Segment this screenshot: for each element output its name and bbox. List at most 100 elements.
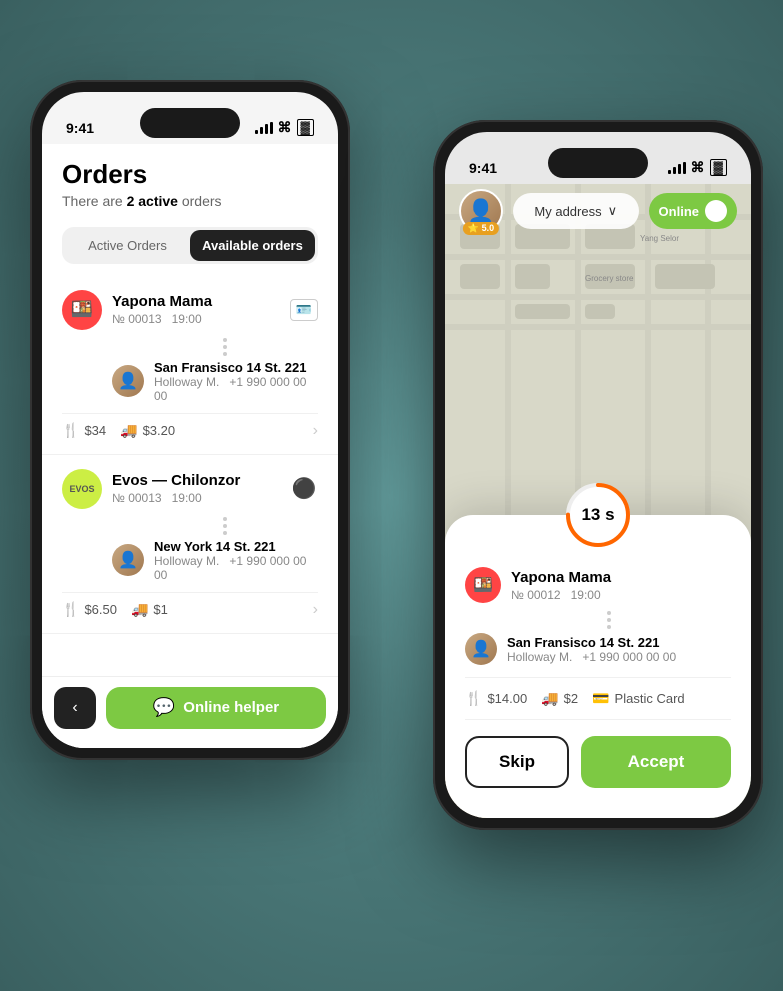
delivery-text-1: San Fransisco 14 St. 221 Holloway M. +1 … (154, 360, 318, 403)
modal-food-price: $14.00 (487, 691, 527, 706)
signal-bar-1 (255, 130, 258, 134)
connector-1 (132, 338, 318, 356)
dot (607, 611, 611, 615)
address-dropdown[interactable]: My address ∨ (513, 193, 639, 229)
skip-button[interactable]: Skip (465, 736, 569, 788)
modal-courier-name: Holloway M. (507, 650, 572, 664)
map-top-bar: 👤 ⭐ 5.0 My address ∨ Online (445, 184, 751, 238)
circle-icon: ⚫ (292, 476, 317, 501)
delivery-contact-2: Holloway M. +1 990 000 00 00 (154, 554, 318, 582)
modal-delivery-address: San Fransisco 14 St. 221 (507, 635, 676, 650)
food-price-1: $34 (84, 423, 106, 438)
restaurant-name-1: Yapona Mama (112, 293, 280, 310)
fork-knife-icon-2: 🍴 (62, 601, 79, 618)
dot (607, 625, 611, 629)
fork-knife-icon-1: 🍴 (62, 422, 79, 439)
dot (607, 618, 611, 622)
modal-payment: Plastic Card (615, 691, 685, 706)
page-title: Orders (62, 160, 318, 189)
wifi-icon-right: ⌘ (691, 159, 705, 176)
order-number-2: № 00013 (112, 491, 162, 505)
courier-name-2: Holloway M. (154, 554, 219, 568)
dot (223, 524, 227, 528)
page-header: Orders There are 2 active orders (42, 144, 338, 219)
back-button[interactable]: ‹ (54, 687, 96, 729)
wifi-icon: ⌘ (278, 119, 292, 136)
online-helper-button[interactable]: 💬 Online helper (106, 687, 326, 729)
timer-circle: 13 s (562, 479, 634, 551)
delivery-address-1: San Fransisco 14 St. 221 (154, 360, 318, 375)
order-time-2: 19:00 (172, 491, 202, 505)
signal-bars-right (668, 162, 686, 174)
restaurant-logo-2: EVOS (62, 469, 102, 509)
page-subtitle: There are 2 active orders (62, 193, 318, 209)
right-screen: 9:41 ⌘ ▓ (445, 132, 751, 818)
delivery-address-2: New York 14 St. 221 (154, 539, 318, 554)
delivery-price-item-2: 🚚 $1 (131, 601, 168, 618)
delivery-price-item-1: 🚚 $3.20 (120, 422, 175, 439)
phones-container: 9:41 ⌘ ▓ Orders There ar (0, 0, 783, 991)
chat-icon: 💬 (153, 697, 175, 718)
subtitle-bold: 2 active (127, 193, 178, 209)
signal-bars-left (255, 122, 273, 134)
subtitle-plain: There are (62, 193, 127, 209)
address-label: My address (534, 204, 601, 219)
phone-right: 9:41 ⌘ ▓ (433, 120, 763, 830)
bottom-bar-left: ‹ 💬 Online helper (42, 676, 338, 748)
accept-button[interactable]: Accept (581, 736, 731, 788)
modal-delivery-contact: Holloway M. +1 990 000 00 00 (507, 650, 676, 664)
map-block-5 (515, 264, 550, 289)
order-icon-card1: 🪪 (290, 299, 318, 321)
modal-food-price-item: 🍴 $14.00 (465, 690, 527, 707)
restaurant-logo-1: 🍱 (62, 290, 102, 330)
modal-actions: Skip Accept (465, 736, 731, 788)
modal-restaurant-name: Yapona Mama (511, 569, 731, 586)
status-time-left: 9:41 (66, 120, 94, 136)
signal-bar-r4 (683, 162, 686, 174)
status-icons-right: ⌘ ▓ (668, 159, 727, 176)
modal-restaurant-logo: 🍱 (465, 567, 501, 603)
battery-icon-right: ▓ (710, 159, 727, 176)
modal-fork-knife-icon: 🍴 (465, 690, 482, 707)
signal-bar-2 (260, 127, 263, 134)
delivery-info-1: 👤 San Fransisco 14 St. 221 Holloway M. +… (62, 360, 318, 403)
signal-bar-3 (265, 124, 268, 134)
delivery-info-2: 👤 New York 14 St. 221 Holloway M. +1 990… (62, 539, 318, 582)
connector-2 (132, 517, 318, 535)
signal-bar-r2 (673, 167, 676, 174)
order-card-2[interactable]: EVOS Evos — Chilonzor № 00013 19:00 (42, 455, 338, 634)
subtitle-end: orders (178, 193, 222, 209)
online-toggle[interactable]: Online (649, 193, 737, 229)
modal-courier-avatar: 👤 (465, 633, 497, 665)
order-card-1[interactable]: 🍱 Yapona Mama № 00013 19:00 🪪 (42, 276, 338, 455)
courier-avatar-1: 👤 (112, 365, 144, 397)
modal-courier-phone: +1 990 000 00 00 (582, 650, 676, 664)
timer-wrapper: 13 s (465, 479, 731, 551)
modal-delivery-info: 👤 San Fransisco 14 St. 221 Holloway M. +… (465, 633, 731, 665)
phone-left: 9:41 ⌘ ▓ Orders There ar (30, 80, 350, 760)
modal-truck-icon: 🚚 (541, 690, 558, 707)
left-screen: 9:41 ⌘ ▓ Orders There ar (42, 92, 338, 748)
chevron-right-icon-2: › (313, 601, 318, 619)
signal-bar-r3 (678, 164, 681, 174)
food-price-item-2: 🍴 $6.50 (62, 601, 117, 618)
logo-text-2: EVOS (69, 484, 94, 494)
tab-switcher: Active Orders Available orders (62, 227, 318, 264)
signal-bar-4 (270, 122, 273, 134)
map-block-8 (515, 304, 570, 319)
order-info-2: Evos — Chilonzor № 00013 19:00 (112, 472, 280, 505)
toggle-circle (705, 200, 727, 222)
modal-order-number: № 00012 (511, 588, 561, 602)
modal-order-time: 19:00 (571, 588, 601, 602)
modal-delivery-text: San Fransisco 14 St. 221 Holloway M. +1 … (507, 635, 676, 664)
status-bar-right: 9:41 ⌘ ▓ (445, 132, 751, 184)
tab-available-orders[interactable]: Available orders (190, 230, 315, 261)
restaurant-name-2: Evos — Chilonzor (112, 472, 280, 489)
card-payment-icon: 💳 (592, 690, 609, 707)
order-footer-2: 🍴 $6.50 🚚 $1 › (62, 592, 318, 619)
online-helper-label: Online helper (183, 699, 279, 716)
tab-active-orders[interactable]: Active Orders (65, 230, 190, 261)
delivery-contact-1: Holloway M. +1 990 000 00 00 (154, 375, 318, 403)
order-number-1: № 00013 (112, 312, 162, 326)
food-price-item-1: 🍴 $34 (62, 422, 106, 439)
